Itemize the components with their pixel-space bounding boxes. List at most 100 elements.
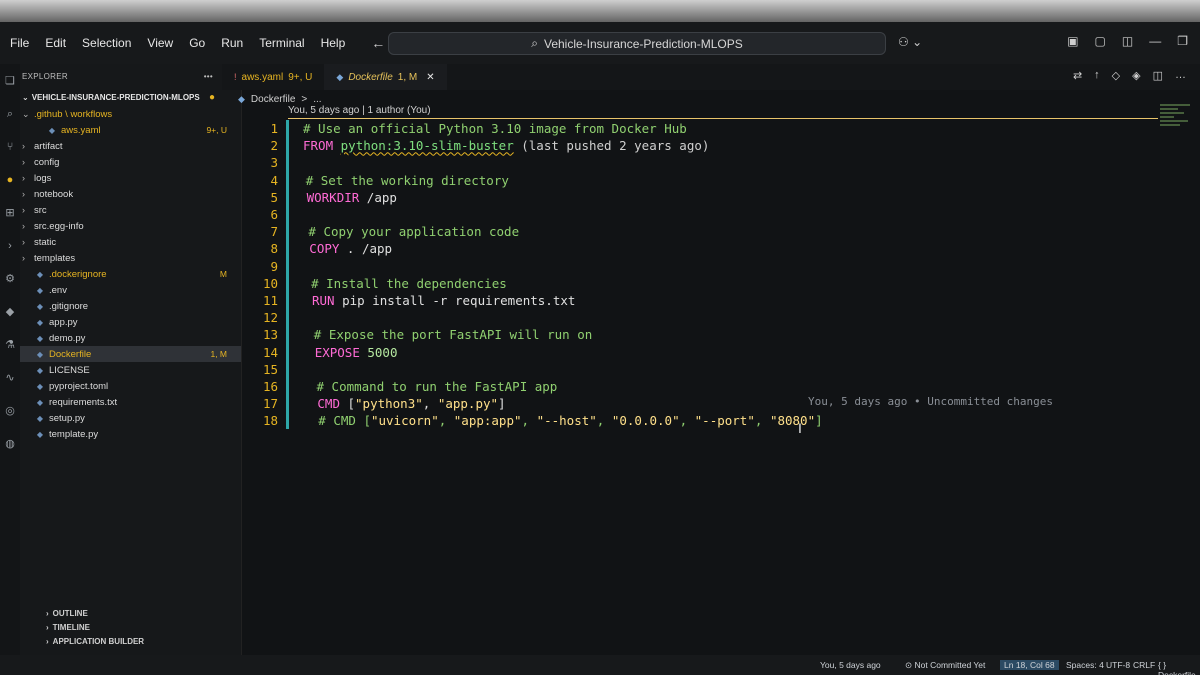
menu-go[interactable]: Go	[181, 36, 213, 50]
previous-change-icon[interactable]: ↑	[1094, 69, 1100, 82]
back-arrow-icon[interactable]: ←	[371, 35, 385, 51]
file-item[interactable]: ◆ Dockerfile 1, M	[20, 346, 241, 362]
status-commit[interactable]: ⊙ Not Committed Yet	[905, 660, 985, 671]
source-control-icon[interactable]: ⑂	[3, 140, 17, 154]
folder-item[interactable]: › templates	[20, 250, 241, 266]
folder-item[interactable]: › notebook	[20, 186, 241, 202]
code-line[interactable]: 9	[248, 257, 1148, 275]
minimap[interactable]	[1160, 102, 1198, 142]
file-item[interactable]: ◆ aws.yaml 9+, U	[20, 122, 241, 138]
status-language[interactable]: { } Dockerfile	[1158, 660, 1200, 675]
breadcrumb-file[interactable]: Dockerfile	[251, 94, 295, 105]
code-text: # Command to run the FastAPI app	[316, 378, 558, 394]
codelens-blame[interactable]: You, 5 days ago | 1 author (You)	[288, 105, 431, 116]
more-actions-icon[interactable]: …	[1175, 69, 1186, 82]
folder-item[interactable]: › logs	[20, 170, 241, 186]
minimize-icon[interactable]: —	[1149, 34, 1161, 48]
menu-selection[interactable]: Selection	[74, 36, 139, 50]
status-blame[interactable]: You, 5 days ago	[820, 660, 881, 670]
file-item[interactable]: ◆ .gitignore	[20, 298, 241, 314]
folder-item[interactable]: › src.egg-info	[20, 218, 241, 234]
folder-item[interactable]: › config	[20, 154, 241, 170]
panel-outline[interactable]: › OUTLINE	[20, 606, 242, 620]
testing-icon[interactable]: ⚗	[3, 338, 17, 352]
remote-icon[interactable]: ›	[3, 239, 17, 253]
menu-view[interactable]: View	[139, 36, 181, 50]
code-line[interactable]: 7 # Copy your application code	[248, 223, 1148, 241]
code-line[interactable]: 14 EXPOSE 5000	[248, 343, 1148, 361]
status-cursor-position[interactable]: Ln 18, Col 68	[1000, 660, 1059, 670]
chart-icon[interactable]: ∿	[3, 371, 17, 385]
folder-item[interactable]: ⌄ .github \ workflows	[20, 106, 241, 122]
panel-toggle-icon[interactable]: ▢	[1095, 34, 1106, 48]
run-debug-icon[interactable]: ●	[3, 173, 17, 187]
folder-item[interactable]: › src	[20, 202, 241, 218]
extensions-icon[interactable]: ⊞	[3, 206, 17, 220]
line-number: 6	[270, 207, 278, 223]
command-center-search[interactable]: ⌕ Vehicle-Insurance-Prediction-MLOPS	[388, 32, 886, 55]
code-line[interactable]: 16 # Command to run the FastAPI app	[248, 377, 1148, 395]
code-line[interactable]: 4 # Set the working directory	[248, 171, 1148, 189]
code-line[interactable]: 12	[248, 309, 1148, 327]
file-icon: ◆	[36, 413, 44, 423]
code-line[interactable]: 1 # Use an official Python 3.10 image fro…	[248, 120, 1148, 138]
more-actions-icon[interactable]: •••	[204, 72, 213, 81]
code-line[interactable]: 5 WORKDIR /app	[248, 188, 1148, 206]
line-number: 14	[262, 344, 278, 360]
python-icon[interactable]: ◍	[3, 437, 17, 451]
code-line[interactable]: 10 # Install the dependencies	[248, 274, 1148, 292]
menu-file[interactable]: File	[2, 36, 37, 50]
code-line[interactable]: 13 # Expose the port FastAPI will run on	[248, 326, 1148, 344]
code-line[interactable]: 15	[248, 360, 1148, 378]
file-item[interactable]: ◆ template.py	[20, 426, 241, 442]
close-icon[interactable]: ✕	[426, 72, 434, 83]
file-item[interactable]: ◆ pyproject.toml	[20, 378, 241, 394]
next-change-icon[interactable]: ◇	[1112, 69, 1120, 82]
tab-aws-yaml[interactable]: ! aws.yaml 9+, U	[222, 64, 324, 90]
tab-dockerfile[interactable]: ◆ Dockerfile 1, M ✕	[324, 64, 447, 90]
sidebar-toggle-icon[interactable]: ◫	[1122, 34, 1133, 48]
line-number: 9	[270, 258, 278, 274]
code-line[interactable]: 8 COPY . /app	[248, 240, 1148, 258]
copilot-icon[interactable]: ⚇ ⌄	[898, 35, 922, 49]
code-line[interactable]: 11 RUN pip install -r requirements.txt	[248, 291, 1148, 310]
file-item[interactable]: ◆ app.py	[20, 314, 241, 330]
code-line[interactable]: 18 # CMD ["uvicorn", "app:app", "--host",…	[248, 412, 1148, 430]
restore-icon[interactable]: ❐	[1177, 34, 1188, 48]
file-item[interactable]: ◆ demo.py	[20, 330, 241, 346]
menu-terminal[interactable]: Terminal	[251, 36, 312, 50]
split-editor-icon[interactable]: ◫	[1153, 69, 1163, 82]
search-view-icon[interactable]: ⌕	[3, 107, 17, 121]
settings-sync-icon[interactable]: ⚙	[3, 272, 17, 286]
code-line[interactable]: 3	[248, 154, 1148, 172]
panel-timeline[interactable]: › TIMELINE	[20, 620, 242, 634]
layout-icon[interactable]: ▣	[1067, 34, 1078, 48]
file-item[interactable]: ◆ .env	[20, 282, 241, 298]
folder-item[interactable]: › static	[20, 234, 241, 250]
status-encoding[interactable]: UTF-8	[1106, 660, 1130, 670]
status-eol[interactable]: CRLF	[1133, 660, 1155, 670]
git-compare-icon[interactable]: ⇄	[1073, 69, 1082, 82]
panel-application-builder[interactable]: › APPLICATION BUILDER	[20, 634, 242, 648]
git-gutter-indicator	[286, 326, 289, 344]
file-item[interactable]: ◆ LICENSE	[20, 362, 241, 378]
status-indentation[interactable]: Spaces: 4	[1066, 660, 1104, 670]
menu-run[interactable]: Run	[213, 36, 251, 50]
file-item[interactable]: ◆ setup.py	[20, 410, 241, 426]
code-line[interactable]: 2 FROM python:3.10-slim-buster (last push…	[248, 137, 1148, 155]
code-line[interactable]: 6	[248, 205, 1148, 224]
folder-item[interactable]: › artifact	[20, 138, 241, 154]
code-editor[interactable]: 1 # Use an official Python 3.10 image fro…	[248, 120, 1148, 430]
file-item[interactable]: ◆ requirements.txt	[20, 394, 241, 410]
open-changes-icon[interactable]: ◈	[1132, 69, 1140, 82]
file-item[interactable]: ◆ .dockerignore M	[20, 266, 241, 282]
explorer-icon[interactable]: ❏	[3, 74, 17, 88]
menu-edit[interactable]: Edit	[37, 36, 74, 50]
breadcrumb-more[interactable]: ...	[313, 94, 321, 105]
docker-icon[interactable]: ◆	[3, 305, 17, 319]
project-root[interactable]: ⌄ VEHICLE-INSURANCE-PREDICTION-MLOPS ●	[20, 88, 241, 106]
tree-item-label: .env	[49, 284, 67, 296]
accounts-icon[interactable]: ◎	[3, 404, 17, 418]
panel-label: APPLICATION BUILDER	[52, 636, 145, 646]
menu-help[interactable]: Help	[313, 36, 354, 50]
